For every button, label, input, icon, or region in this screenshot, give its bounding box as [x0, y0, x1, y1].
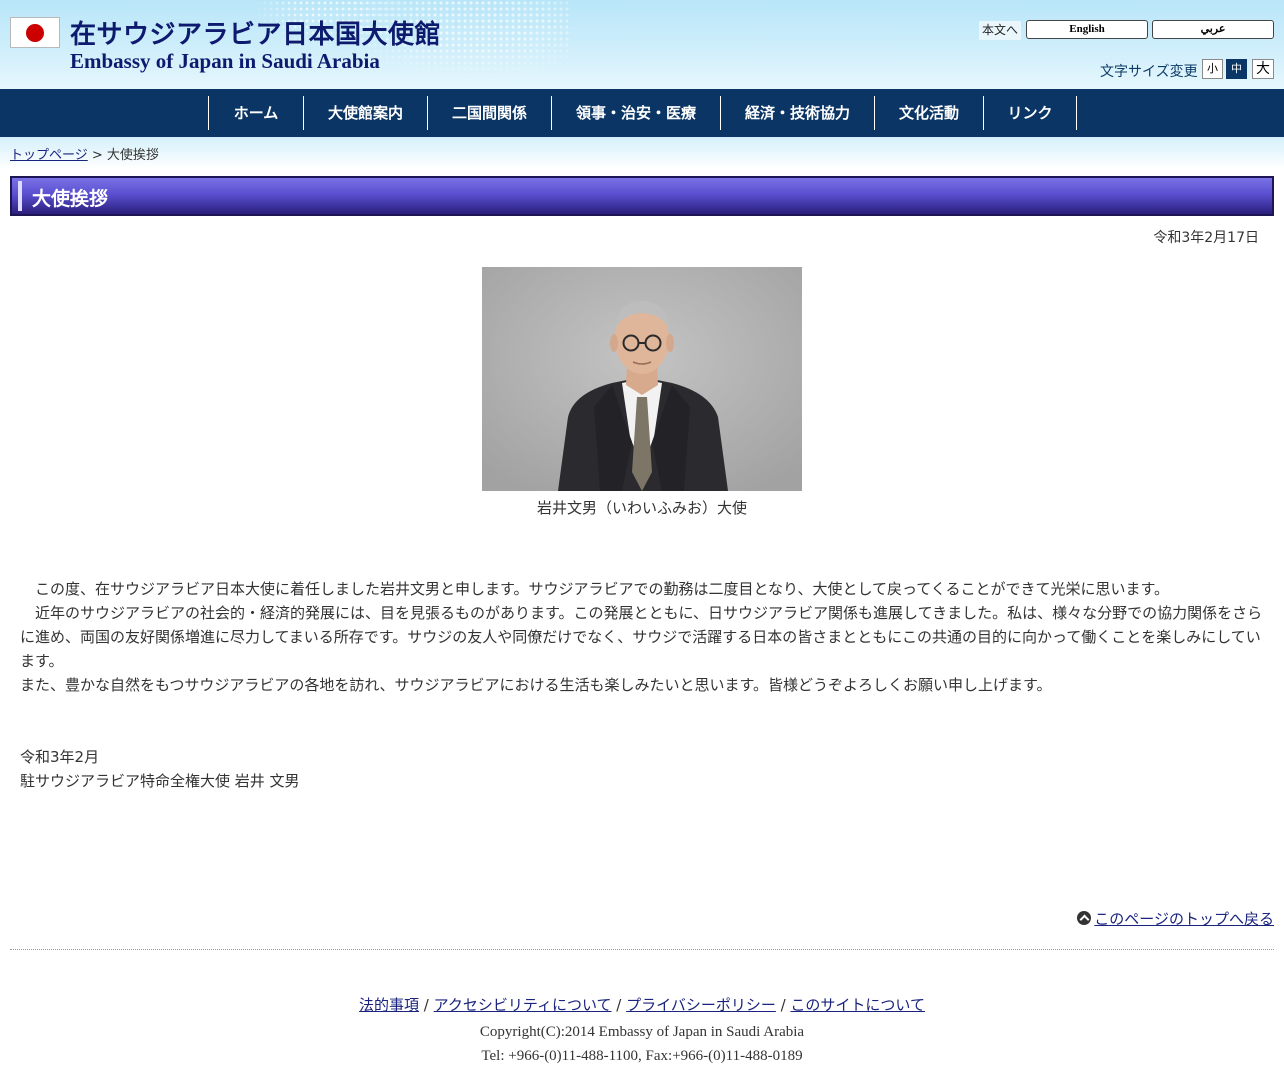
footer-link-accessibility[interactable]: アクセシビリティについて — [434, 996, 612, 1014]
heading-accent-bar — [18, 181, 22, 211]
breadcrumb-band — [0, 137, 1284, 169]
publish-date: 令和3年2月17日 — [1153, 230, 1259, 246]
breadcrumb-home-link[interactable]: トップページ — [10, 148, 88, 163]
nav-item-home[interactable]: ホーム — [208, 96, 303, 130]
page-heading: 大使挨拶 — [10, 176, 1274, 216]
site-title-jp[interactable]: 在サウジアラビア日本国大使館 — [70, 14, 441, 51]
paragraph: この度、在サウジアラビア日本大使に着任しました岩井文男と申します。サウジアラビア… — [20, 580, 1170, 598]
footer-link-privacy[interactable]: プライバシーポリシー — [626, 996, 776, 1014]
chevron-up-circle-icon — [1077, 911, 1092, 925]
signature: 令和3年2月 駐サウジアラビア特命全権大使 岩井 文男 — [20, 745, 300, 793]
arabic-button[interactable]: عربي — [1152, 20, 1274, 39]
nav-item-economic-cooperation[interactable]: 経済・技術協力 — [720, 96, 874, 130]
signature-date: 令和3年2月 — [20, 748, 100, 766]
nav-item-bilateral-relations[interactable]: 二国間関係 — [427, 96, 551, 130]
footer-separator: / — [419, 996, 434, 1014]
footer-link-legal[interactable]: 法的事項 — [359, 996, 419, 1014]
breadcrumb: トップページ > 大使挨拶 — [10, 144, 159, 163]
breadcrumb-separator: > — [87, 148, 107, 163]
font-size-medium-button[interactable]: 中 — [1226, 59, 1247, 79]
japan-flag-icon — [10, 17, 60, 48]
back-to-top-link[interactable]: このページのトップへ戻る — [1077, 908, 1274, 929]
greeting-message: この度、在サウジアラビア日本大使に着任しました岩井文男と申します。サウジアラビア… — [20, 577, 1264, 697]
site-header: 在サウジアラビア日本国大使館 Embassy of Japan in Saudi… — [0, 0, 1284, 89]
english-button[interactable]: English — [1026, 20, 1148, 39]
signature-name: 駐サウジアラビア特命全権大使 岩井 文男 — [20, 772, 300, 790]
footer-link-about-site[interactable]: このサイトについて — [790, 996, 925, 1014]
nav-item-embassy-info[interactable]: 大使館案内 — [303, 96, 427, 130]
photo-caption: 岩井文男（いわいふみお）大使 — [536, 499, 747, 517]
font-size-large-button[interactable]: 大 — [1252, 59, 1274, 79]
paragraph: また、豊かな自然をもつサウジアラビアの各地を訪れ、サウジアラビアにおける生活も楽… — [20, 676, 1052, 694]
font-size-label: 文字サイズ変更 — [1100, 64, 1198, 80]
footer-divider — [10, 949, 1274, 950]
skip-to-content-link[interactable]: 本文へ — [979, 21, 1021, 40]
contact-tel-fax: Tel: +966-(0)11-488-1100, Fax:+966-(0)11… — [481, 1048, 803, 1064]
breadcrumb-current: 大使挨拶 — [106, 148, 159, 163]
font-size-small-button[interactable]: 小 — [1202, 59, 1223, 79]
back-to-top-label: このページのトップへ戻る — [1094, 910, 1274, 928]
footer-links: 法的事項 / アクセシビリティについて / プライバシーポリシー / このサイト… — [0, 994, 1284, 1015]
nav-item-links[interactable]: リンク — [983, 96, 1077, 130]
ambassador-photo — [482, 267, 802, 491]
paragraph: 近年のサウジアラビアの社会的・経済的発展には、目を見張るものがあります。この発展… — [20, 604, 1263, 670]
site-title-en[interactable]: Embassy of Japan in Saudi Arabia — [70, 49, 380, 74]
nav-item-consular[interactable]: 領事・治安・医療 — [551, 96, 720, 130]
copyright: Copyright(C):2014 Embassy of Japan in Sa… — [479, 1024, 805, 1040]
footer-separator: / — [775, 996, 791, 1014]
nav-item-culture[interactable]: 文化活動 — [874, 96, 983, 130]
global-nav: ホーム 大使館案内 二国間関係 領事・治安・医療 経済・技術協力 文化活動 リン… — [0, 89, 1284, 137]
footer-separator: / — [611, 996, 627, 1014]
page-title: 大使挨拶 — [32, 188, 109, 210]
